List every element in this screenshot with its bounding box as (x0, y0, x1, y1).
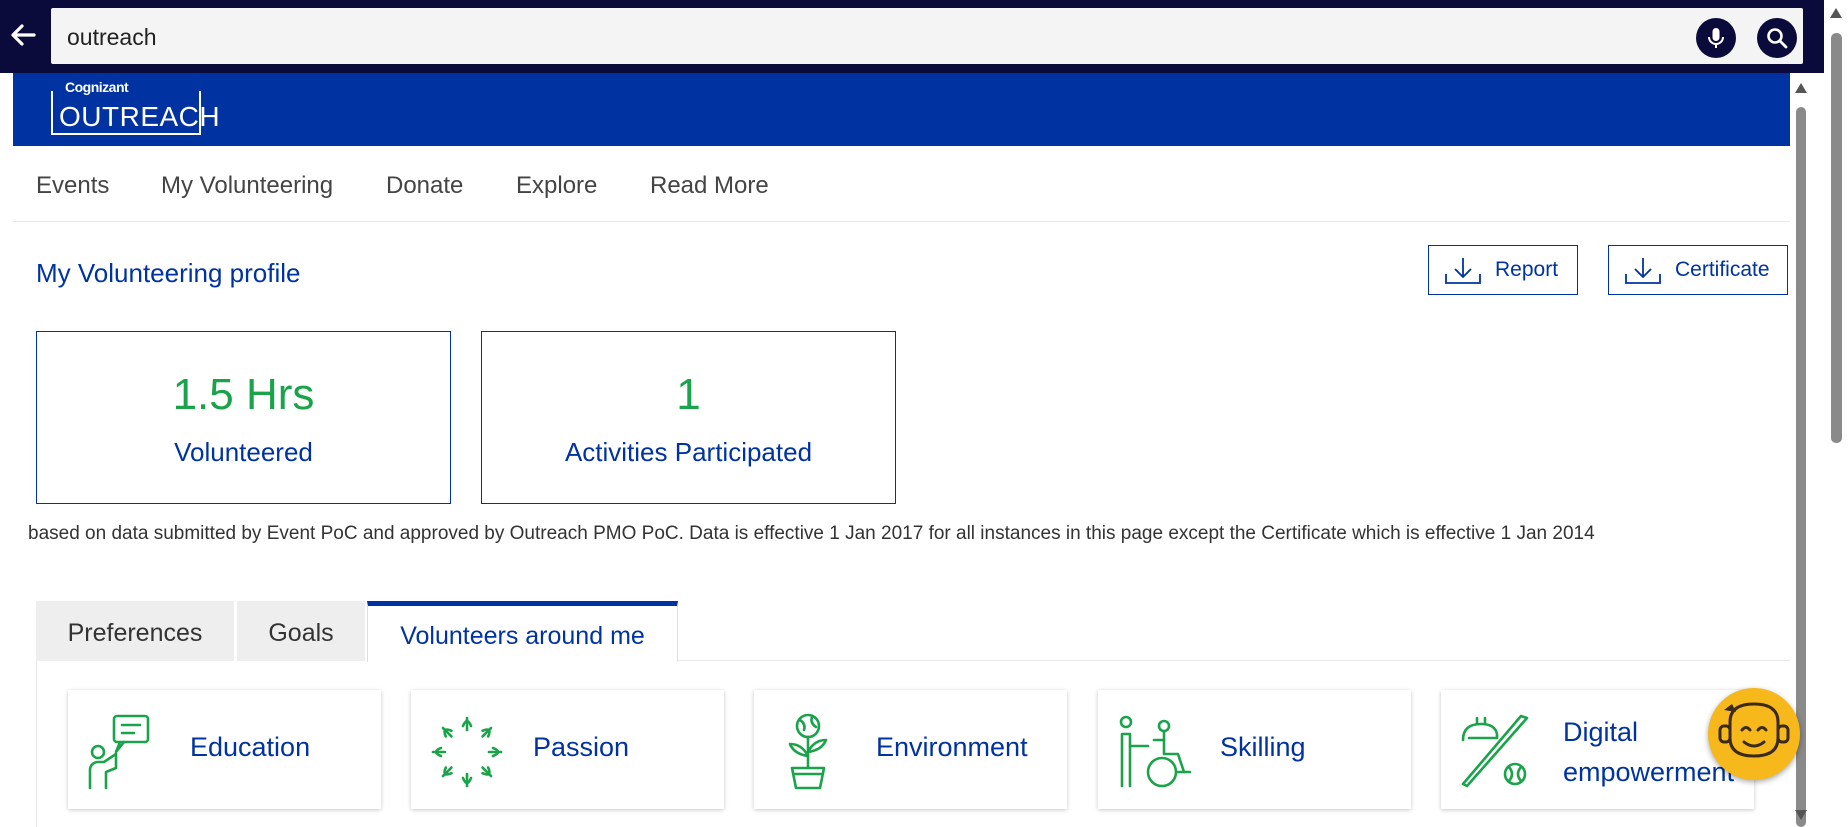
activities-participated-card: 1 Activities Participated (481, 331, 896, 504)
category-label-line2: empowerment (1563, 757, 1735, 787)
category-label: Education (190, 732, 311, 762)
education-icon (88, 714, 150, 790)
outreach-logo[interactable]: Cognizant OUTREACH (51, 79, 220, 137)
microphone-icon (1708, 28, 1724, 48)
page-title: My Volunteering profile (36, 258, 301, 288)
category-card-digital-empowerment[interactable]: Digital empowerment (1441, 690, 1754, 809)
tab-preferences[interactable]: Preferences (36, 601, 234, 661)
certificate-label: Certificate (1675, 258, 1770, 281)
stat-value: 1 (676, 370, 701, 419)
report-download-button[interactable]: Report (1428, 245, 1578, 295)
category-label: Environment (876, 732, 1028, 762)
scroll-up-arrow-icon[interactable] (1830, 8, 1842, 18)
search-icon (1767, 28, 1788, 49)
browser-search-bar: outreach (0, 0, 1848, 73)
passion-icon (431, 716, 503, 788)
back-arrow-icon (11, 24, 36, 46)
category-label: Passion (533, 732, 630, 762)
nav-item-read-more[interactable]: Read More (650, 172, 769, 200)
inner-scroll-up-arrow-icon[interactable] (1795, 83, 1807, 93)
search-button[interactable] (1757, 18, 1797, 58)
report-label: Report (1495, 258, 1559, 281)
main-nav: Events My Volunteering Donate Explore Re… (13, 146, 1790, 222)
tab-volunteers-around-me[interactable]: Volunteers around me (367, 601, 678, 662)
inner-scroll-down-arrow-icon[interactable] (1795, 810, 1807, 820)
category-label: Skilling (1220, 732, 1306, 762)
outer-scrollbar-thumb[interactable] (1831, 33, 1842, 443)
data-disclaimer-note: based on data submitted by Event PoC and… (28, 523, 1595, 544)
skilling-icon (1119, 715, 1192, 788)
certificate-download-button[interactable]: Certificate (1608, 245, 1788, 295)
nav-item-my-volunteering[interactable]: My Volunteering (161, 172, 333, 200)
category-card-skilling[interactable]: Skilling (1098, 690, 1411, 809)
back-button[interactable] (6, 18, 40, 52)
download-icon (1625, 258, 1661, 284)
tab-label: Goals (268, 619, 334, 647)
volunteered-hours-card: 1.5 Hrs Volunteered (36, 331, 451, 504)
category-label-line1: Digital (1563, 717, 1639, 747)
category-card-environment[interactable]: Environment (754, 690, 1067, 809)
tab-label: Preferences (67, 619, 203, 647)
stat-value: 1.5 Hrs (172, 370, 315, 419)
environment-icon (788, 713, 828, 790)
stat-label: Activities Participated (564, 437, 813, 467)
stat-label: Volunteered (174, 437, 313, 467)
tab-label: Volunteers around me (400, 622, 645, 650)
logo-main-text: OUTREACH (59, 101, 221, 132)
tab-goals[interactable]: Goals (237, 601, 365, 661)
nav-item-donate[interactable]: Donate (386, 172, 463, 200)
digital-empowerment-icon (1461, 714, 1529, 788)
voice-search-button[interactable] (1696, 18, 1736, 58)
chatbot-button[interactable] (1708, 688, 1800, 780)
chatbot-icon (1718, 702, 1790, 758)
outer-scrollbar[interactable] (1824, 0, 1848, 827)
search-input-value[interactable]: outreach (67, 24, 157, 51)
search-input[interactable]: outreach (51, 8, 1803, 64)
site-header: Cognizant OUTREACH (13, 73, 1790, 146)
logo-small-text: Cognizant (62, 79, 132, 95)
nav-item-events[interactable]: Events (36, 172, 109, 200)
nav-item-explore[interactable]: Explore (516, 172, 597, 200)
category-card-education[interactable]: Education (68, 690, 381, 809)
download-icon (1445, 258, 1481, 284)
category-card-passion[interactable]: Passion (411, 690, 724, 809)
